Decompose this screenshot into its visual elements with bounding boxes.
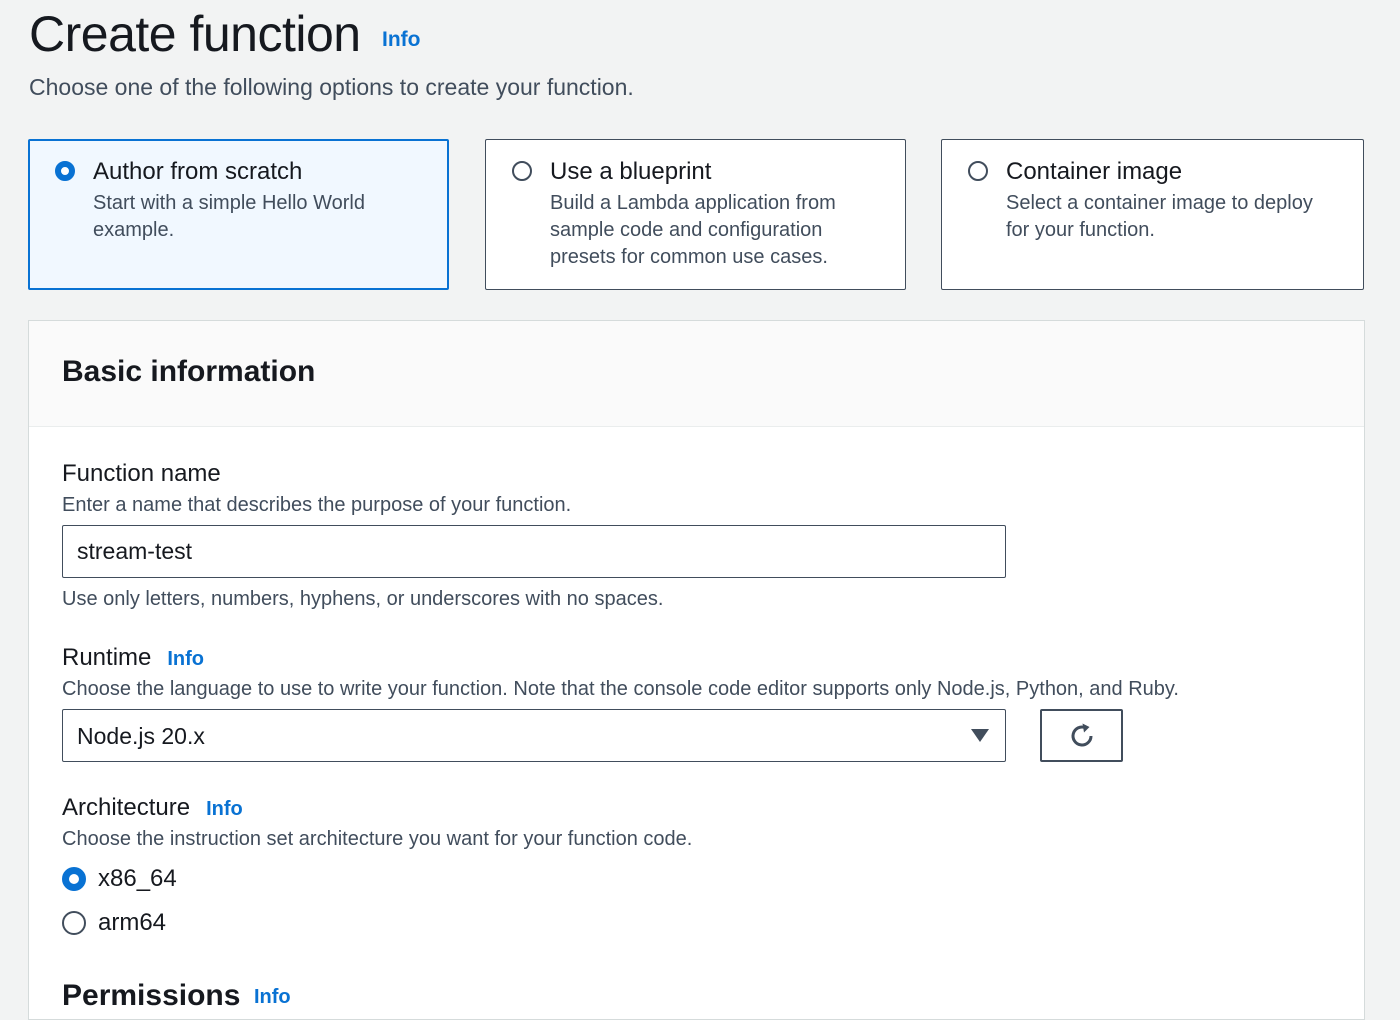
runtime-label: Runtime: [62, 644, 152, 671]
permissions-label: Permissions: [62, 979, 241, 1012]
page-description: Choose one of the following options to c…: [29, 74, 634, 100]
function-name-label: Function name: [62, 460, 221, 487]
title-info-link[interactable]: Info: [382, 28, 420, 52]
function-name-input[interactable]: [62, 525, 1006, 578]
architecture-label: Architecture: [62, 794, 191, 821]
caret-down-icon: [971, 729, 989, 742]
option-author-from-scratch[interactable]: Author from scratch Start with a simple …: [28, 139, 449, 290]
runtime-description: Choose the language to use to write your…: [62, 678, 1179, 700]
refresh-runtime-button[interactable]: [1040, 709, 1123, 762]
refresh-icon: [1071, 723, 1092, 746]
runtime-select[interactable]: Node.js 20.x: [62, 709, 1006, 762]
option-description: Select a container image to deploy for y…: [1006, 192, 1313, 241]
panel-title: Basic information: [62, 355, 316, 388]
runtime-selected-value: Node.js 20.x: [77, 723, 205, 749]
architecture-label-row: Architecture Info: [62, 793, 243, 824]
function-name-description: Enter a name that describes the purpose …: [62, 494, 572, 516]
option-title: Container image: [1006, 158, 1183, 185]
architecture-option-label: arm64: [98, 909, 167, 936]
function-name-constraint: Use only letters, numbers, hyphens, or u…: [62, 588, 664, 610]
option-use-a-blueprint[interactable]: Use a blueprint Build a Lambda applicati…: [485, 139, 906, 290]
option-description: Start with a simple Hello World example.: [93, 192, 365, 241]
architecture-info-link[interactable]: Info: [206, 798, 243, 820]
radio-x86-64[interactable]: [62, 867, 86, 891]
option-title: Use a blueprint: [550, 158, 712, 185]
radio-author-from-scratch[interactable]: [55, 161, 75, 181]
radio-arm64[interactable]: [62, 911, 86, 935]
basic-information-panel: Basic information Function name Enter a …: [28, 320, 1365, 1020]
option-container-image[interactable]: Container image Select a container image…: [941, 139, 1364, 290]
architecture-description: Choose the instruction set architecture …: [62, 828, 693, 850]
option-description: Build a Lambda application from sample c…: [550, 192, 836, 268]
architecture-option-label: x86_64: [98, 865, 177, 892]
page-title: Create function: [29, 6, 361, 62]
runtime-label-row: Runtime Info: [62, 643, 204, 674]
radio-container-image[interactable]: [968, 161, 988, 181]
radio-use-a-blueprint[interactable]: [512, 161, 532, 181]
runtime-info-link[interactable]: Info: [167, 648, 204, 670]
permissions-info-link[interactable]: Info: [254, 986, 291, 1009]
option-title: Author from scratch: [93, 158, 303, 185]
panel-header: Basic information: [29, 321, 1364, 427]
